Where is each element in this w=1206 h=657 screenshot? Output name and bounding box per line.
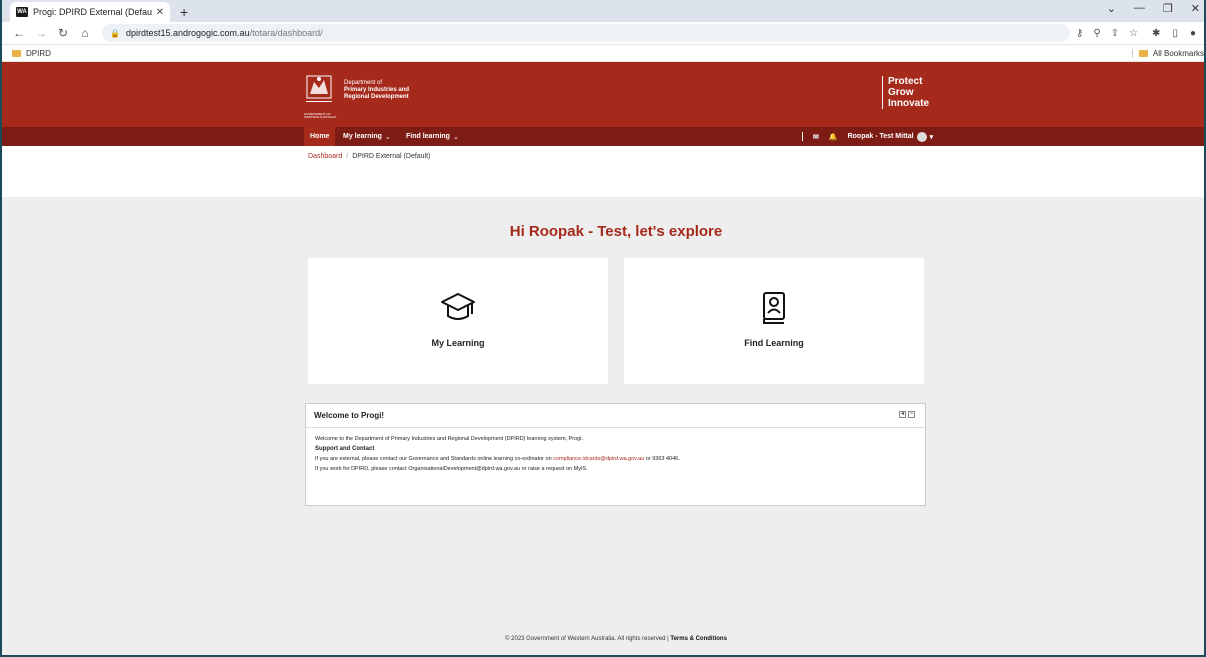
department-name: Department of Primary Industries and Reg… bbox=[344, 80, 409, 101]
omnibox-actions: ⚷ ⚲ ⇪ ☆ bbox=[1076, 28, 1138, 39]
breadcrumb-current: DPIRD External (Default) bbox=[352, 153, 431, 160]
dept-line-2: Primary Industries and bbox=[344, 87, 410, 93]
all-bookmarks-button[interactable]: All Bookmarks bbox=[1131, 48, 1204, 58]
share-icon[interactable]: ⇪ bbox=[1111, 28, 1119, 39]
wa-favicon-icon: WA bbox=[16, 7, 28, 17]
user-menu[interactable]: Roopak - Test Mittal ▾ bbox=[847, 131, 934, 142]
caret-down-icon: ▾ bbox=[929, 133, 934, 141]
tagline-protect: Protect bbox=[888, 76, 923, 87]
greeting-heading: Hi Roopak - Test, let's explore bbox=[509, 223, 723, 240]
nav-my-learning[interactable]: My learning ⌄ bbox=[343, 127, 391, 146]
terms-link[interactable]: Terms & Conditions bbox=[670, 636, 727, 642]
breadcrumb-separator: / bbox=[346, 153, 349, 160]
site-header: Department of Primary Industries and Reg… bbox=[2, 62, 1204, 127]
browser-window: WA Progi: DPIRD External (Default) ✕ + ⌄… bbox=[0, 0, 1206, 657]
nav-find-learning[interactable]: Find learning ⌄ bbox=[406, 127, 459, 146]
url-host: dpirdtest15.androgogic.com.au bbox=[125, 28, 250, 38]
back-icon[interactable]: ← bbox=[10, 26, 28, 40]
welcome-block-body: Welcome to the Department of Primary Ind… bbox=[306, 428, 925, 480]
nav-find-learning-label: Find learning bbox=[406, 133, 450, 140]
tab-search-icon[interactable]: ⌄ bbox=[1107, 2, 1116, 15]
divider bbox=[802, 132, 803, 141]
all-bookmarks-label: All Bookmarks bbox=[1152, 48, 1204, 58]
breadcrumb: Dashboard / DPIRD External (Default) bbox=[308, 153, 430, 160]
avatar bbox=[916, 131, 927, 142]
dept-line-1: Department of bbox=[344, 80, 383, 86]
gov-line-2: WESTERN AUSTRALIA bbox=[304, 115, 337, 119]
external-contact-line: If you are external, please contact our … bbox=[315, 454, 916, 464]
messages-icon[interactable]: ✉ bbox=[813, 133, 819, 141]
collapse-block-icon[interactable]: − bbox=[908, 411, 915, 418]
tagline-grow: Grow bbox=[888, 87, 914, 98]
bookmark-star-icon[interactable]: ☆ bbox=[1129, 28, 1138, 39]
user-nav: ✉ 🔔 Roopak - Test Mittal ▾ bbox=[802, 127, 933, 146]
graduation-cap-icon bbox=[441, 293, 475, 320]
close-window-icon[interactable]: ✕ bbox=[1191, 2, 1200, 15]
contact-book-icon bbox=[763, 292, 785, 324]
url-path: /totara/dashboard/ bbox=[249, 28, 323, 38]
address-bar: ← → ↻ ⌂ 🔒 dpirdtest15.androgogic.com.au … bbox=[2, 22, 1204, 45]
profile-icon[interactable]: ● bbox=[1190, 28, 1196, 39]
welcome-intro: Welcome to the Department of Primary Ind… bbox=[315, 436, 583, 442]
footer: © 2023 Government of Western Australia. … bbox=[2, 636, 1204, 642]
window-controls: ⌄ — ❐ ✕ bbox=[1107, 2, 1200, 15]
tagline-innovate: Innovate bbox=[888, 98, 930, 109]
tab-title: Progi: DPIRD External (Default) bbox=[33, 7, 152, 17]
browser-tab[interactable]: WA Progi: DPIRD External (Default) ✕ bbox=[10, 2, 170, 22]
user-name: Roopak - Test Mittal bbox=[847, 133, 914, 140]
bookmark-dpird[interactable]: DPIRD bbox=[26, 49, 51, 58]
wa-government-crest-icon[interactable] bbox=[304, 74, 334, 110]
welcome-block-header: Welcome to Progi! ◂ − bbox=[306, 404, 925, 428]
bookmarks-bar: DPIRD All Bookmarks bbox=[2, 45, 1204, 62]
home-icon[interactable]: ⌂ bbox=[76, 26, 94, 40]
support-heading: Support and Contact bbox=[315, 446, 375, 452]
lock-icon[interactable]: 🔒 bbox=[110, 29, 120, 38]
zoom-icon[interactable]: ⚲ bbox=[1093, 28, 1100, 39]
extensions-icon[interactable]: ✱ bbox=[1152, 28, 1160, 39]
main-nav: Home My learning ⌄ Find learning ⌄ ✉ 🔔 R… bbox=[2, 127, 1204, 146]
side-panel-icon[interactable]: ▯ bbox=[1172, 28, 1178, 39]
breadcrumb-bar: Dashboard / DPIRD External (Default) bbox=[2, 146, 1204, 168]
new-tab-icon[interactable]: + bbox=[180, 2, 188, 22]
nav-home[interactable]: Home bbox=[304, 127, 336, 146]
reload-icon[interactable]: ↻ bbox=[54, 26, 72, 40]
internal-contact-line: If you work for DPIRD, please contact Or… bbox=[315, 466, 588, 472]
restore-icon[interactable]: ❐ bbox=[1163, 2, 1173, 15]
tab-bar: WA Progi: DPIRD External (Default) ✕ + ⌄… bbox=[2, 0, 1204, 22]
folder-icon bbox=[1138, 49, 1148, 57]
my-learning-label: My Learning bbox=[431, 338, 485, 348]
tab-close-icon[interactable]: ✕ bbox=[156, 7, 164, 18]
chevron-down-icon: ⌄ bbox=[452, 133, 459, 141]
find-learning-tile[interactable]: Find Learning bbox=[624, 258, 924, 384]
compliance-email-link[interactable]: compliance.idcards@dpird.wa.gov.au bbox=[553, 456, 644, 462]
my-learning-tile[interactable]: My Learning bbox=[308, 258, 608, 384]
dock-block-icon[interactable]: ◂ bbox=[899, 411, 906, 418]
nav-my-learning-label: My learning bbox=[343, 133, 382, 140]
footer-copyright: © 2023 Government of Western Australia. … bbox=[505, 636, 669, 642]
minimize-icon[interactable]: — bbox=[1134, 2, 1145, 15]
tagline: Protect Grow Innovate bbox=[882, 76, 929, 109]
external-contact-text: If you are external, please contact our … bbox=[315, 456, 552, 462]
password-key-icon[interactable]: ⚷ bbox=[1076, 28, 1083, 39]
gov-wa-label: GOVERNMENT OF WESTERN AUSTRALIA bbox=[304, 113, 336, 119]
welcome-block-title: Welcome to Progi! bbox=[314, 411, 385, 420]
forward-icon[interactable]: → bbox=[32, 26, 50, 40]
folder-icon bbox=[12, 49, 21, 57]
chevron-down-icon: ⌄ bbox=[384, 133, 391, 141]
breadcrumb-dashboard[interactable]: Dashboard bbox=[308, 153, 342, 160]
block-controls: ◂ − bbox=[899, 411, 915, 418]
dept-line-3: Regional Development bbox=[344, 94, 409, 100]
extension-icons: ✱ ▯ ● bbox=[1152, 28, 1196, 39]
notifications-bell-icon[interactable]: 🔔 bbox=[829, 133, 838, 141]
welcome-block: Welcome to Progi! ◂ − Welcome to the Dep… bbox=[305, 403, 926, 506]
dashboard-main: Hi Roopak - Test, let's explore My Learn… bbox=[2, 197, 1204, 655]
external-phone: or 9363 4046. bbox=[645, 456, 680, 462]
find-learning-label: Find Learning bbox=[744, 338, 804, 348]
url-input[interactable]: 🔒 dpirdtest15.androgogic.com.au /totara/… bbox=[102, 24, 1071, 42]
